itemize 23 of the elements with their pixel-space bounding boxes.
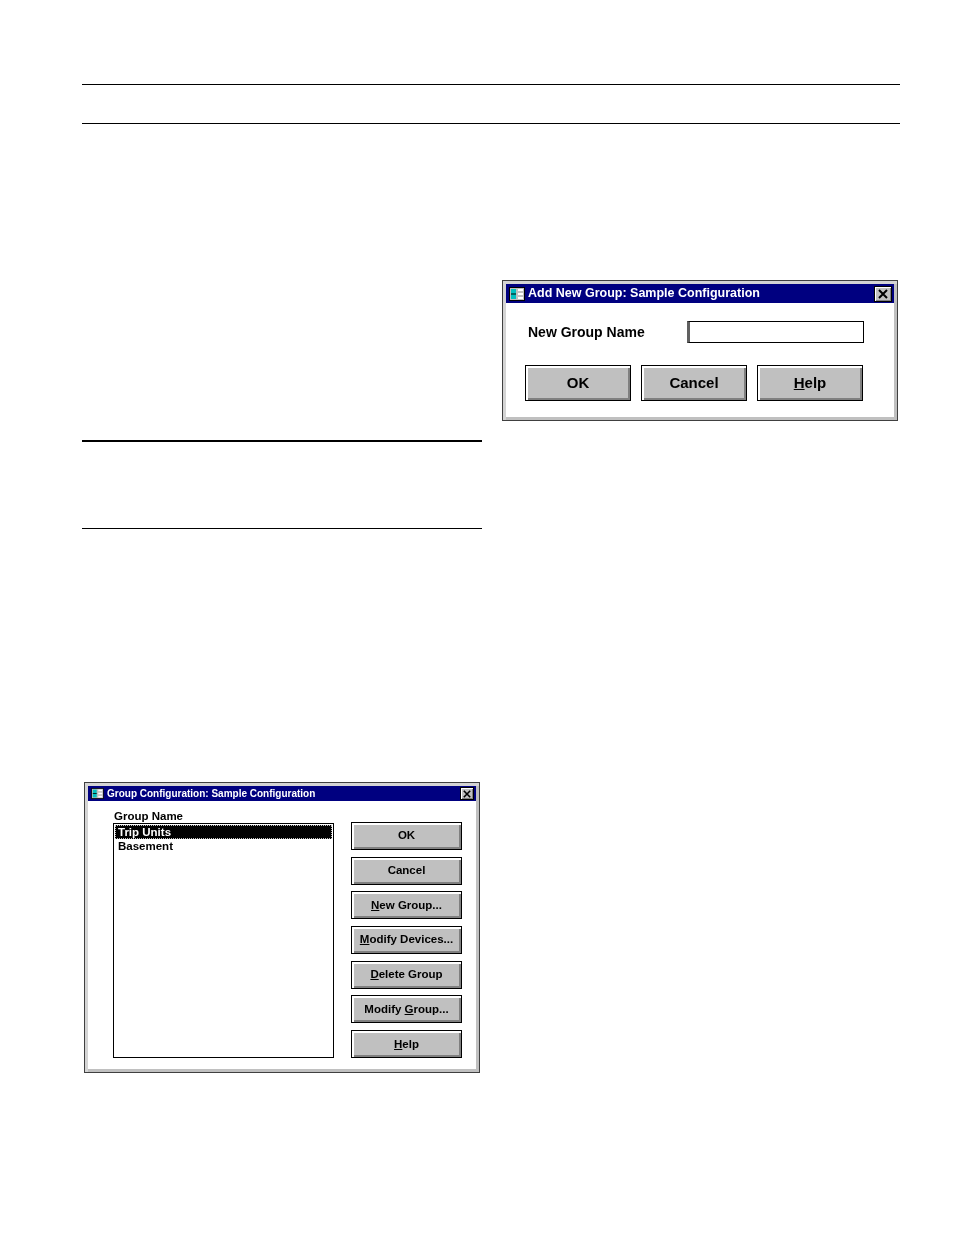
close-button[interactable] bbox=[460, 787, 474, 800]
dialog-button[interactable]: OK bbox=[351, 822, 462, 850]
close-icon bbox=[463, 789, 471, 798]
dialog-button[interactable]: Cancel bbox=[641, 365, 747, 401]
dialog-button[interactable]: Cancel bbox=[351, 856, 462, 885]
grid-window-icon bbox=[509, 286, 525, 301]
dialog-button[interactable]: Help bbox=[757, 365, 863, 401]
close-button[interactable] bbox=[874, 285, 892, 302]
dialog-button[interactable]: Modify Devices... bbox=[351, 926, 462, 955]
dialog-button[interactable]: Delete Group bbox=[351, 960, 462, 989]
dialog-button[interactable]: New Group... bbox=[351, 891, 462, 920]
input-field[interactable] bbox=[687, 321, 864, 343]
window-title: Add New Group: Sample Configuration bbox=[528, 287, 761, 300]
list-label: Group Name bbox=[113, 810, 184, 823]
list-box[interactable]: Trip Units Basement bbox=[113, 823, 334, 1058]
dialog-button[interactable]: OK bbox=[525, 365, 631, 401]
close-icon bbox=[878, 288, 888, 299]
field-label: New Group Name bbox=[528, 322, 646, 342]
grid-window-icon bbox=[91, 788, 104, 799]
dialog-button[interactable]: Modify Group... bbox=[351, 995, 462, 1024]
dialog-button[interactable]: Help bbox=[351, 1030, 462, 1059]
list-item[interactable]: Trip Units bbox=[115, 825, 332, 839]
window-title: Group Configuration: Sample Configuration bbox=[107, 788, 317, 799]
